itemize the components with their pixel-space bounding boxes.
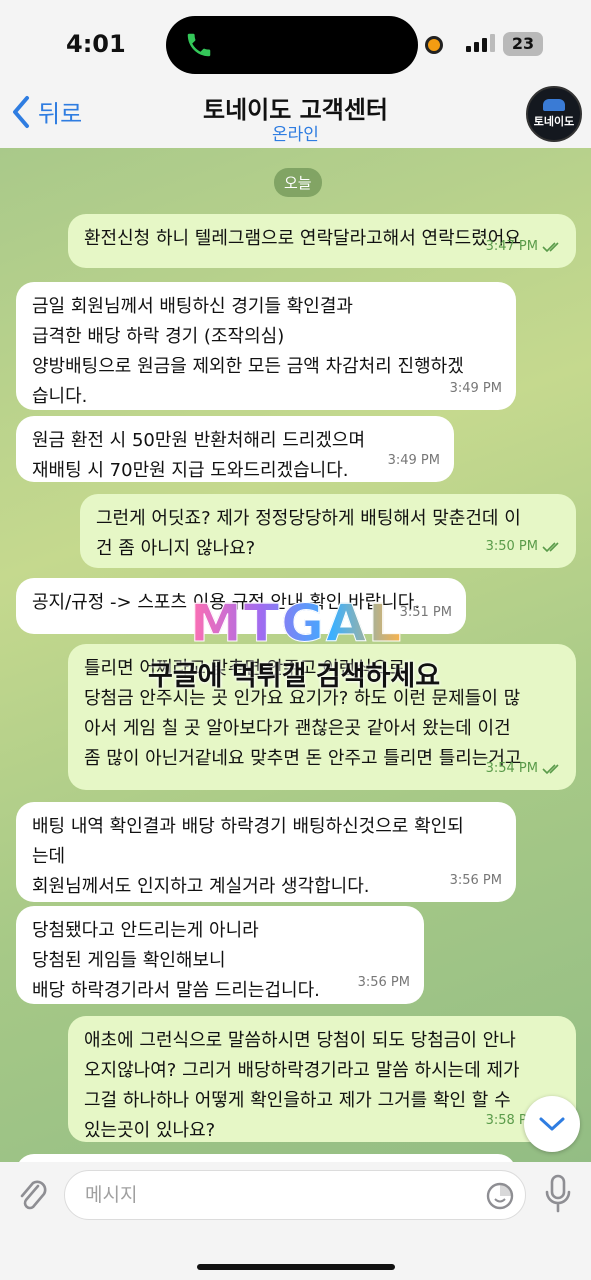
dynamic-island[interactable] xyxy=(166,16,418,74)
microphone-icon[interactable] xyxy=(544,1174,572,1214)
input-bar xyxy=(0,1162,591,1280)
paperclip-icon[interactable] xyxy=(16,1176,50,1216)
message-input[interactable] xyxy=(85,1171,465,1219)
date-pill: 오늘 xyxy=(274,168,322,197)
message-bubble[interactable]: 애초에 그런식으로 말씀하시면 당첨이 되도 당첨금이 안나 오지않나여? 그리… xyxy=(68,1016,576,1142)
message-bubble[interactable]: 환전신청 하니 텔레그램으로 연락달라고해서 연락드렸어요 3:47 PM xyxy=(68,214,576,268)
message-time: 3:49 PM xyxy=(387,453,440,468)
message-bubble[interactable]: 원금 환전 시 50만원 반환처해리 드리겠으며 재배팅 시 70만원 지급 도… xyxy=(16,416,454,482)
avatar[interactable]: 토네이도 xyxy=(526,86,582,142)
tornado-logo-icon xyxy=(543,99,565,111)
message-time: 3:51 PM xyxy=(399,605,452,620)
message-bubble-partial[interactable] xyxy=(16,1154,516,1162)
message-bubble[interactable]: 당첨됐다고 안드리는게 아니라 당첨된 게임들 확인해보니 배당 하락경기라서 … xyxy=(16,906,424,1004)
phone-call-icon xyxy=(187,33,211,57)
message-time: 3:50 PM xyxy=(485,539,538,554)
message-text: 당첨됐다고 안드리는게 아니라 당첨된 게임들 확인해보니 배당 하락경기라서 … xyxy=(32,920,320,1001)
status-time: 4:01 xyxy=(66,30,126,58)
message-text: 금일 회원님께서 배팅하신 경기들 확인결과 급격한 배당 하락 경기 (조작의… xyxy=(32,296,464,407)
message-time: 3:56 PM xyxy=(357,975,410,990)
message-text: 원금 환전 시 50만원 반환처해리 드리겠으며 재배팅 시 70만원 지급 도… xyxy=(32,430,366,481)
back-button[interactable]: 뒤로 xyxy=(10,94,82,129)
read-check-icon xyxy=(542,242,559,253)
chevron-left-icon xyxy=(13,95,29,128)
watermark-logo: MTGAL xyxy=(189,594,404,655)
watermark-text: 구글에 먹튀갤 검색하세요 xyxy=(148,661,441,692)
read-check-icon xyxy=(542,542,559,553)
chat-header: 토네이도 고객센터 온라인 뒤로 토네이도 xyxy=(0,86,591,148)
chevron-down-icon xyxy=(539,1117,565,1131)
message-time: 3:56 PM xyxy=(449,873,502,888)
chat-area[interactable]: 오늘 환전신청 하니 텔레그램으로 연락달라고해서 연락드렸어요 3:47 PM… xyxy=(0,148,591,1162)
message-time: 3:49 PM xyxy=(449,381,502,396)
message-bubble[interactable]: 금일 회원님께서 배팅하신 경기들 확인결과 급격한 배당 하락 경기 (조작의… xyxy=(16,282,516,410)
read-check-icon xyxy=(542,764,559,775)
status-bar: 4:01 23 xyxy=(0,0,591,90)
sticker-icon[interactable] xyxy=(485,1181,515,1211)
message-bubble[interactable]: 배팅 내역 확인결과 배당 하락경기 배팅하신것으로 확인되 는데 회원님께서도… xyxy=(16,802,516,902)
message-time: 3:47 PM xyxy=(485,239,538,254)
recording-indicator-icon xyxy=(425,36,443,54)
cellular-signal-icon xyxy=(466,34,495,52)
message-text: 배팅 내역 확인결과 배당 하락경기 배팅하신것으로 확인되 는데 회원님께서도… xyxy=(32,816,464,897)
message-field[interactable] xyxy=(64,1170,526,1220)
back-label: 뒤로 xyxy=(38,100,83,128)
avatar-text: 토네이도 xyxy=(533,115,575,128)
scroll-down-button[interactable] xyxy=(524,1096,580,1152)
chat-status: 온라인 xyxy=(272,125,319,145)
home-indicator xyxy=(197,1264,395,1270)
message-bubble[interactable]: 그런게 어딧죠? 제가 정정당당하게 배팅해서 맞춘건데 이 건 좀 아니지 않… xyxy=(80,494,576,568)
battery-icon: 23 xyxy=(503,32,543,56)
message-time: 3:54 PM xyxy=(485,761,538,776)
